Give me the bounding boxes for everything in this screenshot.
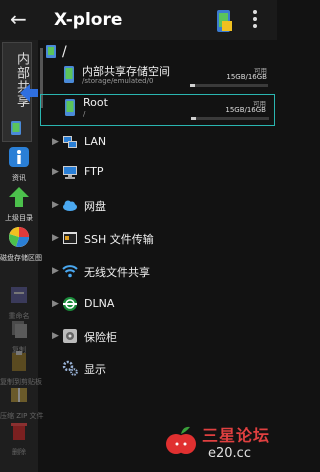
app-toolbar: ← X-plore	[0, 0, 277, 40]
lan-icon	[63, 136, 77, 148]
nav-item-label: 显示	[84, 363, 106, 376]
ftp-icon	[63, 166, 77, 179]
cloud-icon	[63, 200, 77, 211]
watermark-url: e20.cc	[208, 446, 251, 461]
settings-icon	[62, 360, 78, 376]
clipboard-icon	[12, 351, 26, 371]
folder-icon	[46, 45, 56, 58]
wifi-icon	[62, 265, 78, 278]
phone-storage-icon	[64, 66, 74, 83]
device-storage-icon[interactable]	[214, 9, 234, 33]
storage-size: 15GB/16GB	[226, 73, 267, 81]
trash-icon	[11, 423, 27, 440]
zip-button[interactable]: 压缩 ZIP 文件	[0, 384, 44, 421]
ssh-icon	[63, 232, 77, 244]
app-title: X-plore	[54, 10, 123, 30]
chevron-right-icon: ▶	[52, 137, 59, 147]
delete-button[interactable]: 删除	[0, 420, 38, 457]
info-button-label: 资讯	[12, 174, 26, 182]
nav-item-cloud[interactable]: ▶ 网盘	[40, 195, 277, 217]
nav-item-dlna[interactable]: ▶ DLNA	[40, 294, 277, 316]
nav-item-vault[interactable]: ▶ 保险柜	[40, 326, 277, 348]
nav-item-label: LAN	[84, 135, 107, 148]
storage-path: /	[83, 110, 86, 118]
nav-item-label: FTP	[84, 165, 104, 178]
parent-dir-label: 上级目录	[5, 214, 33, 222]
storage-path: /storage/emulated/0	[82, 77, 154, 85]
disk-map-icon	[9, 227, 29, 247]
overflow-menu-icon[interactable]	[252, 10, 258, 30]
nav-item-display[interactable]: 显示	[40, 358, 277, 380]
chevron-right-icon: ▶	[52, 167, 59, 177]
nav-item-label: 网盘	[84, 200, 106, 213]
phone-icon	[11, 121, 21, 135]
nav-item-ftp[interactable]: ▶ FTP	[40, 162, 277, 184]
file-pane: / 内部共享存储空间 /storage/emulated/0 可用 15GB/1…	[40, 40, 277, 472]
nav-item-label: 保险柜	[84, 331, 117, 344]
storage-usage-fill	[191, 117, 196, 120]
copy-icon	[12, 321, 27, 338]
disk-map-label: 磁盘存储区图	[0, 254, 42, 262]
nav-item-lan[interactable]: ▶ LAN	[40, 132, 277, 154]
nav-item-ssh[interactable]: ▶ SSH 文件传输	[40, 228, 277, 250]
watermark-text: 三星论坛	[202, 426, 271, 445]
storage-root[interactable]: Root / 可用 15GB/16GB	[40, 94, 275, 126]
rename-icon	[11, 287, 27, 303]
info-icon	[9, 147, 29, 167]
up-arrow-icon	[9, 187, 29, 207]
nav-item-label: DLNA	[84, 297, 115, 310]
storage-size: 15GB/16GB	[225, 106, 266, 114]
nav-item-wifi-share[interactable]: ▶ 无线文件共享	[40, 261, 277, 283]
active-pane-arrow-icon	[20, 84, 38, 102]
pane-tab-label: 内部共享	[14, 52, 29, 108]
back-arrow-icon[interactable]: ←	[10, 8, 27, 30]
rename-button[interactable]: 重命名	[0, 284, 38, 321]
parent-dir-button[interactable]: 上级目录	[0, 186, 38, 223]
phone-storage-icon	[65, 99, 75, 116]
path-root-label: /	[62, 44, 67, 60]
storage-usage-bar	[191, 117, 269, 120]
zip-icon	[11, 388, 27, 402]
chevron-right-icon: ▶	[52, 266, 59, 276]
chevron-right-icon: ▶	[52, 233, 59, 243]
disk-map-button[interactable]: 磁盘存储区图	[0, 226, 42, 263]
nav-item-label: SSH 文件传输	[84, 233, 154, 246]
chevron-right-icon: ▶	[52, 200, 59, 210]
storage-name: Root	[83, 96, 108, 109]
clipboard-button[interactable]: 复制到剪贴板	[0, 350, 42, 387]
storage-usage-fill	[190, 84, 195, 87]
storage-internal[interactable]: 内部共享存储空间 /storage/emulated/0 可用 15GB/16G…	[40, 62, 275, 94]
storage-usage-bar	[190, 84, 268, 87]
delete-label: 删除	[12, 448, 26, 456]
watermark: 三星论坛 e20.cc	[158, 420, 274, 468]
chevron-right-icon: ▶	[52, 299, 59, 309]
nav-item-label: 无线文件共享	[84, 266, 150, 279]
apple-logo-icon	[166, 426, 196, 454]
info-button[interactable]: 资讯	[0, 146, 38, 183]
dlna-icon	[63, 297, 77, 311]
chevron-right-icon: ▶	[52, 331, 59, 341]
vault-icon	[63, 329, 77, 343]
